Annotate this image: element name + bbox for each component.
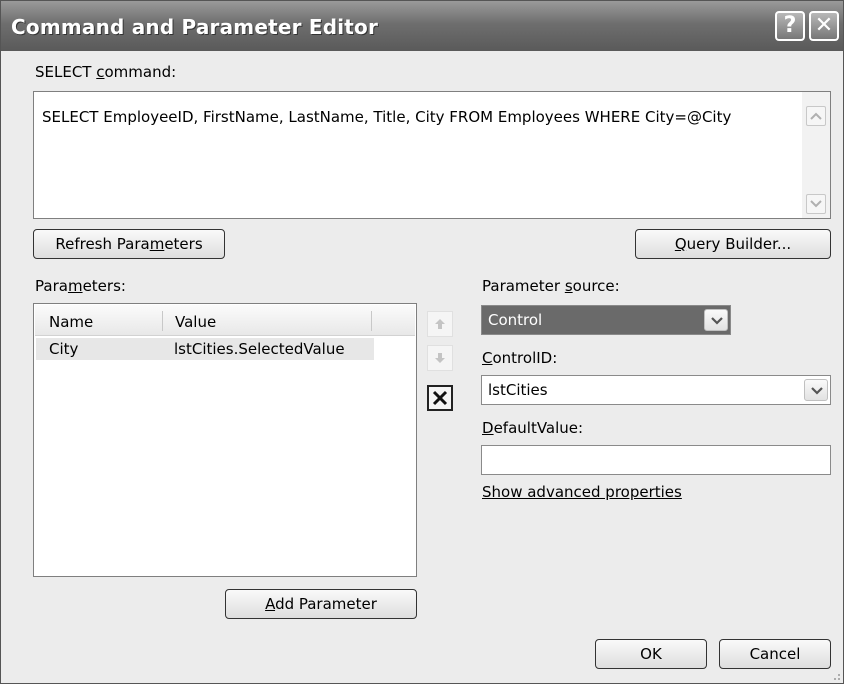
parameter-name-cell: City	[49, 340, 79, 358]
default-value-label: DefaultValue:	[482, 419, 584, 437]
show-advanced-properties-link[interactable]: Show advanced properties	[482, 483, 682, 501]
chevron-up-icon	[810, 112, 822, 120]
select-command-label: SELECT command:	[35, 63, 177, 81]
parameters-label: Parameters:	[35, 277, 126, 295]
parameter-source-value: Control	[488, 311, 543, 329]
chevron-down-icon	[711, 317, 723, 325]
ok-button[interactable]: OK	[595, 639, 707, 669]
default-value-input[interactable]	[481, 445, 831, 475]
move-up-button[interactable]	[427, 311, 453, 337]
control-id-label: ControlID:	[482, 349, 558, 367]
parameter-value-cell: lstCities.SelectedValue	[174, 340, 345, 358]
arrow-up-icon	[435, 319, 445, 329]
resize-grip-icon[interactable]	[829, 669, 841, 681]
column-header-value[interactable]: Value	[175, 313, 216, 331]
refresh-parameters-button[interactable]: Refresh Parameters	[33, 229, 225, 259]
column-divider[interactable]	[162, 311, 163, 331]
move-down-button[interactable]	[427, 345, 453, 371]
dropdown-button[interactable]	[804, 379, 828, 401]
arrow-down-icon	[435, 353, 445, 363]
parameter-source-dropdown[interactable]: Control	[481, 305, 731, 335]
vertical-scrollbar[interactable]	[802, 92, 830, 218]
dialog-window: Command and Parameter Editor ? ✕ SELECT …	[0, 0, 844, 684]
chevron-down-icon	[810, 200, 822, 208]
select-command-textarea[interactable]: SELECT EmployeeID, FirstName, LastName, …	[33, 91, 831, 219]
delete-parameter-button[interactable]	[427, 385, 453, 411]
add-parameter-button[interactable]: Add Parameter	[225, 589, 417, 619]
scroll-up-button[interactable]	[806, 106, 826, 126]
parameters-list-header: Name Value	[35, 305, 415, 336]
scroll-down-button[interactable]	[806, 194, 826, 214]
cancel-button[interactable]: Cancel	[719, 639, 831, 669]
window-title: Command and Parameter Editor	[11, 15, 379, 39]
query-builder-button[interactable]: Query Builder...	[635, 229, 831, 259]
control-id-dropdown[interactable]: lstCities	[481, 375, 831, 405]
close-button[interactable]: ✕	[809, 11, 839, 41]
parameter-source-label: Parameter source:	[482, 277, 620, 295]
column-divider[interactable]	[371, 311, 372, 331]
help-button[interactable]: ?	[775, 11, 805, 41]
parameters-list[interactable]: Name Value City lstCities.SelectedValue	[33, 303, 417, 577]
column-header-name[interactable]: Name	[49, 313, 93, 331]
title-bar: Command and Parameter Editor ? ✕	[1, 1, 843, 51]
dropdown-button[interactable]	[704, 309, 728, 331]
delete-x-icon	[432, 390, 448, 406]
chevron-down-icon	[811, 387, 823, 395]
select-command-text: SELECT EmployeeID, FirstName, LastName, …	[42, 108, 732, 126]
control-id-value: lstCities	[488, 381, 548, 399]
